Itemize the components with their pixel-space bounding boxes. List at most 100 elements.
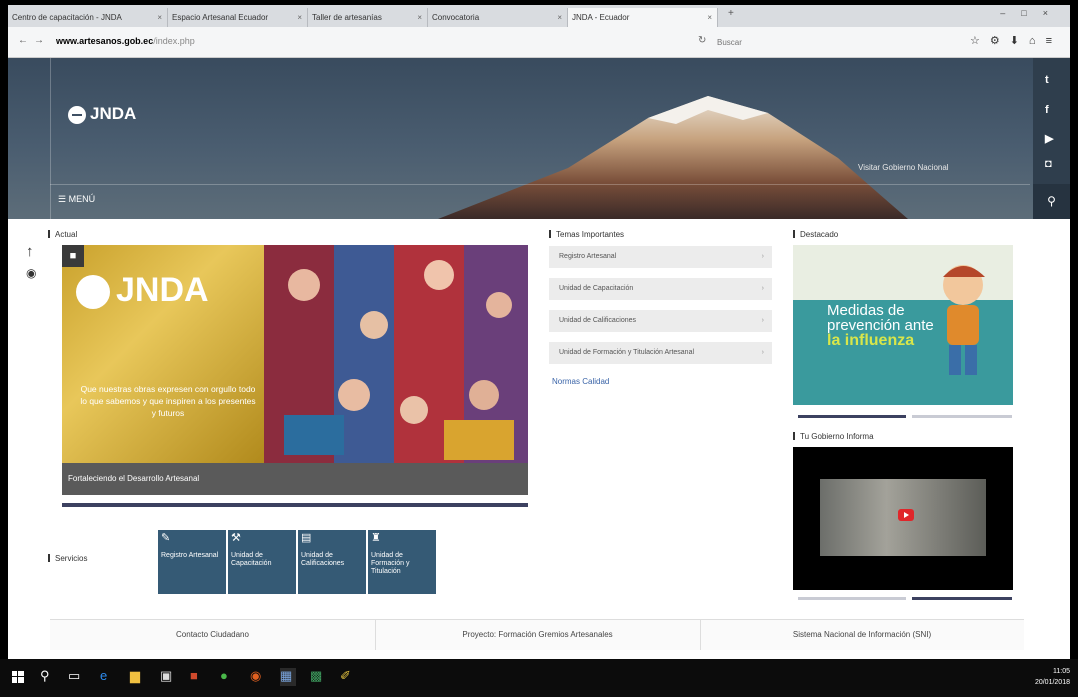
edge-icon[interactable]: e xyxy=(100,668,116,686)
footer-tabs: Contacto Ciudadano Proyecto: Formación G… xyxy=(50,619,1024,650)
app-icon[interactable]: ▩ xyxy=(310,668,326,686)
clock-time: 11:05 xyxy=(1053,668,1070,675)
twitter-icon[interactable]: t xyxy=(1045,74,1049,86)
reload-icon[interactable]: ↻ xyxy=(698,35,706,46)
tab-title: JNDA - Ecuador xyxy=(572,13,630,22)
taskbar: ⚲ ▭ e ▆ ▣ ■ ● ◉ ▦ ▩ ✐ 11:05 20/01/2018 xyxy=(0,659,1078,697)
slider-progress xyxy=(62,503,528,507)
close-icon[interactable]: × xyxy=(297,8,302,27)
youtube-icon[interactable]: ▶ xyxy=(1045,132,1053,145)
chrome-icon[interactable]: ● xyxy=(220,668,236,686)
service-button[interactable]: ♜ Unidad de Formación y Titulación xyxy=(368,530,436,594)
logo-icon xyxy=(68,105,86,124)
site-logo[interactable]: JNDA xyxy=(68,104,136,124)
paint-icon[interactable]: ✐ xyxy=(340,668,356,686)
logo-icon xyxy=(76,275,110,310)
close-icon[interactable]: × xyxy=(157,8,162,27)
share-icon[interactable]: ↑ xyxy=(26,243,36,260)
section-actual: Actual xyxy=(48,230,77,239)
browser-tab[interactable]: Espacio Artesanal Ecuador × xyxy=(168,8,308,27)
browser-tab[interactable]: Centro de capacitación - JNDA × xyxy=(8,8,168,27)
search-icon[interactable]: ⚲ xyxy=(40,668,56,686)
toolbar-icons[interactable]: ☆⚙⬇⌂≡ xyxy=(970,34,1062,47)
service-label: Registro Artesanal xyxy=(161,552,219,559)
close-icon[interactable]: × xyxy=(557,8,562,27)
tab-title: Espacio Artesanal Ecuador xyxy=(172,13,269,22)
facebook-icon[interactable]: f xyxy=(1045,104,1049,116)
clock-date: 20/01/2018 xyxy=(1034,679,1070,686)
accordion-label: Unidad de Calificaciones xyxy=(559,317,637,324)
url-path: /index.php xyxy=(153,36,195,46)
carousel-dot[interactable] xyxy=(912,415,1012,418)
search-icon[interactable]: ⚲ xyxy=(1033,184,1070,219)
accordion-label: Registro Artesanal xyxy=(559,253,617,260)
play-icon[interactable] xyxy=(898,509,914,521)
accordion-item[interactable]: Unidad de Formación y Titulación Artesan… xyxy=(549,342,772,364)
menu-button[interactable]: ☰ MENÚ xyxy=(58,194,95,205)
browser-window: Centro de capacitación - JNDA × Espacio A… xyxy=(8,5,1070,659)
url-domain: www.artesanos.gob.ec xyxy=(56,36,154,46)
footer-tab[interactable]: Contacto Ciudadano xyxy=(50,620,376,650)
site-header: JNDA ☰ MENÚ Visitar Gobierno Nacional t … xyxy=(8,58,1070,219)
url-field[interactable]: www.artesanos.gob.ec/index.php xyxy=(56,36,195,46)
view-icon[interactable]: ◉ xyxy=(26,266,36,280)
slide-gold-panel: JNDA Que nuestras obras expresen con org… xyxy=(62,245,264,463)
windows-start-icon[interactable] xyxy=(12,671,24,683)
influenza-banner[interactable]: Medidas de prevención ante la influenza xyxy=(793,245,1013,405)
slide-logo-text: JNDA xyxy=(116,271,209,309)
slide-caption[interactable]: Fortaleciendo el Desarrollo Artesanal xyxy=(62,463,528,495)
service-label: Unidad de Calificaciones xyxy=(301,552,345,567)
tab-title: Convocatoria xyxy=(432,13,480,22)
accordion-item[interactable]: Registro Artesanal › xyxy=(549,246,772,268)
child-illustration xyxy=(943,265,985,375)
footer-tab[interactable]: Proyecto: Formación Gremios Artesanales xyxy=(375,620,701,650)
carousel-dot-active[interactable] xyxy=(798,415,906,418)
chevron-right-icon: › xyxy=(761,317,764,324)
close-icon[interactable]: × xyxy=(707,8,712,27)
instagram-icon[interactable]: ◘ xyxy=(1045,158,1052,170)
share-tools: ↑ ◉ xyxy=(26,243,36,280)
service-button[interactable]: ✎ Registro Artesanal xyxy=(158,530,226,594)
active-app-icon[interactable]: ▦ xyxy=(280,668,296,686)
back-forward-icon[interactable]: ←→ xyxy=(18,35,50,46)
firefox-icon[interactable]: ◉ xyxy=(250,668,266,686)
logo-text: JNDA xyxy=(90,104,137,123)
store-icon[interactable]: ▣ xyxy=(160,668,176,686)
slide-quote: Que nuestras obras expresen con orgullo … xyxy=(80,384,256,418)
carousel-dot-active[interactable] xyxy=(912,597,1012,600)
app-icon[interactable]: ■ xyxy=(190,668,206,686)
mountain-banner xyxy=(438,96,908,219)
divider xyxy=(50,58,51,219)
news-slider[interactable]: JNDA Que nuestras obras expresen con org… xyxy=(62,245,528,495)
task-view-icon[interactable]: ▭ xyxy=(68,668,84,686)
window-controls[interactable]: –□× xyxy=(1000,8,1064,18)
accordion-label: Unidad de Capacitación xyxy=(559,285,634,292)
service-button[interactable]: ⚒ Unidad de Capacitación xyxy=(228,530,296,594)
chevron-right-icon: › xyxy=(761,349,764,356)
file-explorer-icon[interactable]: ▆ xyxy=(130,668,146,686)
accordion-label: Unidad de Formación y Titulación Artesan… xyxy=(559,349,695,356)
service-label: Unidad de Capacitación xyxy=(231,552,272,567)
browser-tab[interactable]: Taller de artesanías × xyxy=(308,8,428,27)
clock[interactable]: 11:05 20/01/2018 xyxy=(1035,666,1070,688)
carousel-dot[interactable] xyxy=(798,597,906,600)
service-button[interactable]: ▤ Unidad de Calificaciones xyxy=(298,530,366,594)
video-player[interactable] xyxy=(793,447,1013,590)
browser-tab-active[interactable]: JNDA - Ecuador × xyxy=(568,8,718,27)
accordion-item[interactable]: Unidad de Calificaciones › xyxy=(549,310,772,332)
browser-tab[interactable]: Convocatoria × xyxy=(428,8,568,27)
accordion-item[interactable]: Unidad de Capacitación › xyxy=(549,278,772,300)
footer-tab[interactable]: Sistema Nacional de Información (SNI) xyxy=(700,620,1024,650)
browser-search-input[interactable] xyxy=(715,34,919,51)
slide-logo: JNDA xyxy=(76,271,209,310)
new-tab-icon[interactable]: + xyxy=(728,8,734,19)
gobierno-link[interactable]: Visitar Gobierno Nacional xyxy=(858,163,949,172)
normas-link[interactable]: Normas Calidad xyxy=(552,377,609,386)
close-icon[interactable]: × xyxy=(417,8,422,27)
close-icon[interactable]: ■ xyxy=(62,245,84,267)
dolls-photo xyxy=(264,245,528,463)
promo-highlight: la influenza xyxy=(827,332,915,349)
wrench-icon: ✎ xyxy=(161,532,171,544)
section-servicios: Servicios xyxy=(48,554,87,563)
promo-text: Medidas de prevención ante la influenza xyxy=(827,303,934,349)
